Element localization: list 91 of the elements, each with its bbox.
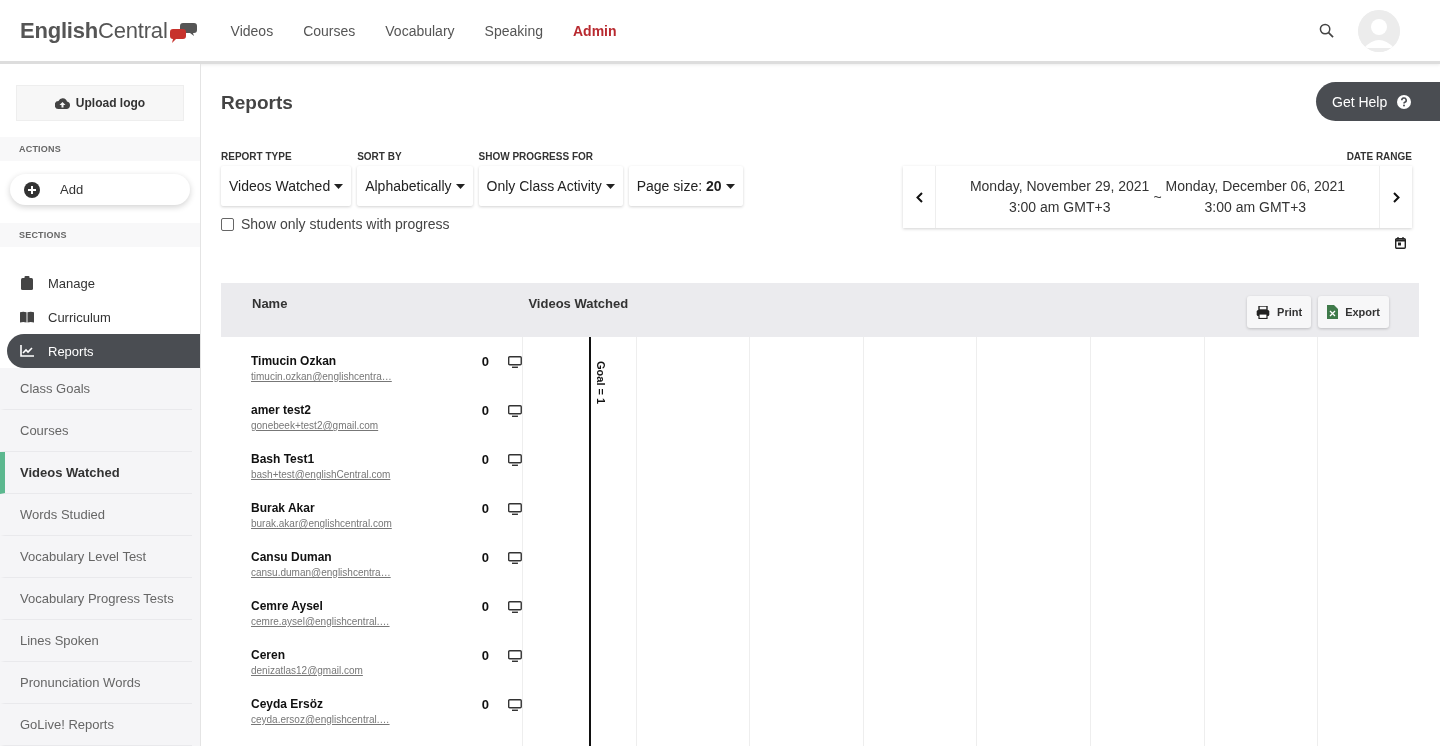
video-count: 0 [480,403,490,418]
monitor-icon [508,454,522,466]
start-date: Monday, November 29, 2021 3:00 am GMT+3 [969,177,1150,217]
video-count: 0 [480,550,490,565]
video-count: 0 [480,501,490,516]
student-name: Bash Test1 [251,452,316,466]
column-header: Videos Watched [528,296,629,311]
student-name: Cansu Duman [251,550,333,564]
student-email-link[interactable]: cemre.aysel@englishcentral.… [251,616,465,627]
monitor-icon [508,405,522,417]
section-heading: SECTIONS [0,222,200,247]
nav-link[interactable]: Vocabulary [385,22,455,39]
filter-label: SHOW PROGRESS FOR [478,151,594,163]
calendar-icon[interactable] [1395,237,1406,249]
report-menu-item[interactable]: Vocabulary Level Test [0,536,192,578]
monitor-icon [508,650,522,662]
student-email-link[interactable]: timucin.ozkan@englishcentra… [251,371,465,382]
monitor-icon [508,356,522,368]
report-menu-item[interactable]: Vocabulary Progress Tests [0,578,192,620]
report-menu-item[interactable]: Class Goals [0,368,192,410]
caret-icon [605,183,615,189]
sidebar-item[interactable]: Manage [7,266,200,300]
student-name: Ceren [251,648,286,662]
spreadsheet-file-icon [1327,305,1339,319]
goal-label: Goal = 1 [595,361,607,405]
report-menu-item[interactable]: GoLive! Reports [0,704,192,746]
student-email-link[interactable]: ceyda.ersoz@englishcentral.… [251,714,465,725]
cloud-upload-icon [54,97,70,109]
video-count: 0 [480,648,490,663]
student-name: Ceyda Ersöz [251,697,325,711]
nav-link[interactable]: Admin [572,22,617,39]
filter-label: SORT BY [357,151,403,163]
caret-icon [334,183,344,189]
sidebar-item[interactable]: Reports [7,334,200,368]
nav-link[interactable]: Courses [303,22,356,39]
student-name: Cemre Aysel [251,599,324,613]
section-heading: ACTIONS [0,137,200,162]
report-menu-item[interactable]: Pronunciation Words [0,662,192,704]
chat-bubbles-icon [169,21,197,44]
student-email-link[interactable]: bash+test@englishCentral.com [251,469,465,480]
monitor-icon [508,699,522,711]
print-button[interactable]: Print [1247,296,1312,328]
caret-icon [455,183,465,189]
checkbox-label: Show only students with progress [241,216,450,232]
student-name: Burak Akar [251,501,316,515]
end-date: Monday, December 06, 2021 3:00 am GMT+3 [1165,177,1346,217]
video-count: 0 [480,599,490,614]
report-menu-item[interactable]: Lines Spoken [0,620,192,662]
filter-label: DATE RANGE [1346,151,1412,163]
filter-label: REPORT TYPE [221,151,293,163]
page-title: Reports [221,92,293,115]
monitor-icon [508,601,522,613]
video-count: 0 [480,452,490,467]
clipboard-icon [20,276,34,290]
range-separator: ~ [1153,189,1162,205]
add-button[interactable]: Add [10,174,190,205]
upload-logo-button[interactable]: Upload logo [16,85,184,122]
student-email-link[interactable]: gonebeek+test2@gmail.com [251,420,465,431]
nav-link[interactable]: Speaking [484,22,543,39]
book-icon [20,311,34,323]
filter-dropdown[interactable]: Page size: 20 [628,166,743,206]
checkbox[interactable] [221,217,234,231]
line-chart-icon [20,345,34,357]
student-email-link[interactable]: denizatlas12@gmail.com [251,665,465,676]
student-name: amer test2 [251,403,313,417]
get-help-button[interactable]: Get Help [1316,82,1440,121]
filter-dropdown[interactable]: Alphabetically [357,166,473,206]
report-menu-item[interactable]: Videos Watched [0,452,192,494]
video-count: 0 [480,354,490,369]
nav-link[interactable]: Videos [230,22,274,39]
student-name: Timucin Ozkan [251,354,338,368]
plus-circle-icon [24,181,40,198]
chevron-right-icon [1392,191,1400,203]
video-count: 0 [480,697,490,712]
search-icon[interactable] [1319,23,1334,38]
monitor-icon [508,503,522,515]
logo-text[interactable]: EnglishCentral [20,17,168,44]
student-email-link[interactable]: burak.akar@englishcentral.com [251,518,465,529]
filter-dropdown[interactable]: Only Class Activity [478,166,623,206]
report-menu-item[interactable]: Courses [0,410,192,452]
printer-icon [1256,305,1271,319]
filter-dropdown[interactable]: Videos Watched [221,166,352,206]
sidebar-item[interactable]: Curriculum [7,300,200,334]
student-email-link[interactable]: cansu.duman@englishcentra… [251,567,465,578]
monitor-icon [508,552,522,564]
report-menu-item[interactable]: Words Studied [0,494,192,536]
export-button[interactable]: Export [1318,296,1389,328]
column-header: Name [252,296,288,311]
help-icon [1397,94,1412,109]
chevron-left-icon [915,191,923,203]
caret-icon [725,183,735,189]
